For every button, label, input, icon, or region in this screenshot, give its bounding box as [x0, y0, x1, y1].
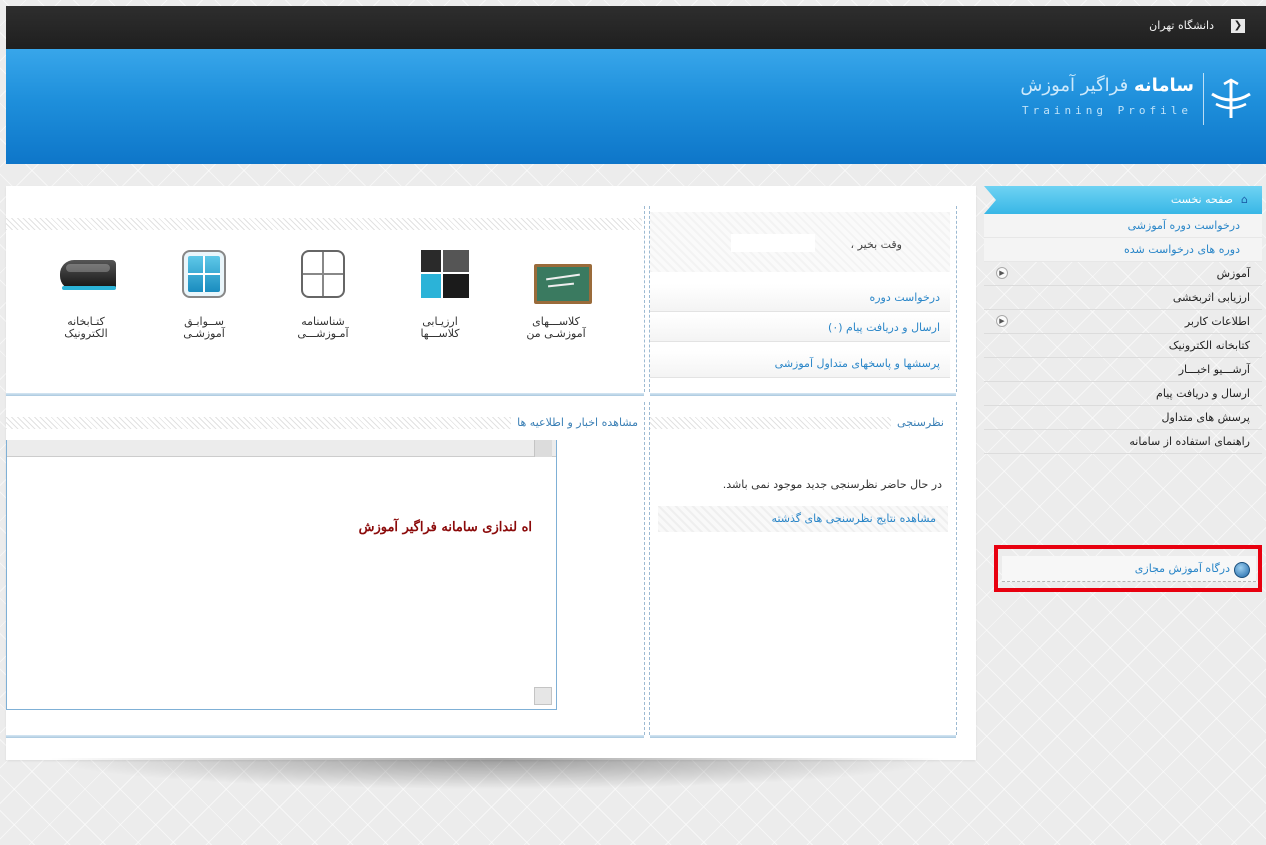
sidebar-item-virtual-portal[interactable]: درگاه آموزش مجازی [1002, 556, 1256, 582]
training-logo-icon[interactable] [1208, 76, 1254, 122]
sidebar-item-messages[interactable]: ارسال و دریافت پیام [984, 382, 1262, 406]
expand-arrow-icon[interactable]: ▶ [996, 267, 1008, 279]
header-banner: سامانه فراگیر آموزش Training Profile [6, 49, 1266, 164]
sidebar-item-label: آموزش [1216, 267, 1250, 280]
sidebar-item-library[interactable]: کتابخانه الکترونیک [984, 334, 1262, 358]
sidebar-item-help[interactable]: راهنمای استفاده از سامانه [984, 430, 1262, 454]
sidebar-subitem-course-request[interactable]: درخواست دوره آموزشی [984, 214, 1262, 238]
sidebar-item-news-archive[interactable]: آرشـــیو اخبـــار [984, 358, 1262, 382]
past-survey-results-link[interactable]: مشاهده نتایج نظرسنجی های گذشته [658, 506, 948, 532]
divider [650, 393, 956, 396]
sidebar-item-label: ارزیابی اثربخشی [1172, 291, 1250, 304]
app-title-bold: سامانه [1133, 75, 1194, 96]
divider [649, 402, 650, 735]
top-bar: دانشگاه تهران ❯ [6, 6, 1266, 49]
sidebar-item-effectiveness[interactable]: ارزیابی اثربخشی [984, 286, 1262, 310]
app-class-evaluation[interactable]: ارزیـابی کلاســـها [398, 250, 482, 340]
app-label-line2: کلاســـها [420, 327, 460, 340]
divider [956, 402, 957, 735]
sidebar-item-label: اطلاعات کاربر [1184, 315, 1250, 328]
app-label: ارزیـابی کلاســـها [398, 316, 482, 340]
university-name[interactable]: دانشگاه تهران [1149, 19, 1214, 32]
news-content: اه لندازی سامانه فراگیر آموزش [358, 520, 532, 535]
divider [956, 206, 957, 392]
records-icon [172, 250, 236, 306]
chalkboard-icon [524, 250, 592, 306]
news-title: مشاهده اخبار و اطلاعیه ها [511, 416, 644, 429]
survey-title: نظرسنجی [891, 416, 950, 429]
sidebar-subitem-requested-courses[interactable]: دوره های درخواست شده [984, 238, 1262, 262]
app-training-records[interactable]: ســوابـق آموزشـی [162, 250, 246, 340]
app-title: سامانه فراگیر آموزش [1020, 75, 1194, 96]
app-label-line2: آمـوزشـــی [297, 327, 349, 340]
sidebar-item-label: کتابخانه الکترونیک [1168, 339, 1250, 352]
survey-message: در حال حاضر نظرسنجی جدید موجود نمی باشد. [722, 478, 942, 491]
divider [6, 735, 644, 738]
chevron-right-icon[interactable]: ❯ [1231, 19, 1245, 33]
divider [650, 735, 956, 738]
highlight-frame: درگاه آموزش مجازی [994, 545, 1262, 592]
news-frame-header [7, 440, 556, 457]
scroll-down-button[interactable] [534, 687, 552, 705]
app-label: کتـابخانه الکترونیک [44, 316, 128, 340]
globe-icon [1234, 562, 1250, 578]
home-icon: ⌂ [1241, 193, 1248, 206]
sidebar-item-faq[interactable]: پرسش های متداول [984, 406, 1262, 430]
sidebar-item-home[interactable]: ⌂ صفحه نخست [984, 186, 1262, 214]
divider [644, 206, 645, 392]
app-label-line2: الکترونیک [64, 327, 108, 340]
user-name-mask [731, 234, 815, 252]
app-label: کلاســـهای آموزشـی من [514, 316, 598, 340]
hatch-divider [6, 218, 642, 230]
link-messages[interactable]: ارسال و دریافت پیام (۰) [650, 314, 950, 342]
sidebar-item-label: ارسال و دریافت پیام [1156, 387, 1250, 400]
app-label: شناسنامه آمـوزشـــی [281, 316, 365, 340]
greeting-box: وقت بخیر ، [650, 212, 950, 272]
divider [6, 393, 644, 396]
app-e-library[interactable]: کتـابخانه الکترونیک [44, 250, 128, 340]
app-label: ســوابـق آموزشـی [162, 316, 246, 340]
sidebar-home-label: صفحه نخست [1170, 193, 1234, 206]
profile-card-icon [291, 250, 355, 306]
scroll-up-button[interactable] [534, 440, 552, 457]
app-label-line2: آموزشـی من [526, 327, 586, 340]
news-frame: اه لندازی سامانه فراگیر آموزش [6, 440, 557, 710]
sidebar-item-label: راهنمای استفاده از سامانه [1129, 435, 1250, 448]
logo-divider [1203, 73, 1204, 125]
virtual-portal-label: درگاه آموزش مجازی [1134, 562, 1230, 575]
expand-arrow-icon[interactable]: ▶ [996, 315, 1008, 327]
app-title-rest: فراگیر آموزش [1020, 75, 1129, 96]
evaluation-icon [408, 250, 472, 306]
sidebar-item-label: آرشـــیو اخبـــار [1178, 363, 1250, 376]
sidebar-item-training[interactable]: آموزش ▶ [984, 262, 1262, 286]
app-my-classes[interactable]: کلاســـهای آموزشـی من [514, 250, 598, 340]
library-icon [54, 250, 118, 306]
welcome-text: وقت بخیر ، [850, 238, 902, 251]
panel-shadow [10, 758, 980, 792]
divider [644, 402, 645, 735]
sidebar-item-user-info[interactable]: اطلاعات کاربر ▶ [984, 310, 1262, 334]
sidebar-menu: ⌂ صفحه نخست درخواست دوره آموزشی دوره های … [984, 186, 1266, 454]
app-label-line2: آموزشـی [183, 327, 225, 340]
link-course-request[interactable]: درخواست دوره [650, 284, 950, 312]
sidebar-item-label: پرسش های متداول [1161, 411, 1250, 424]
link-faq[interactable]: پرسشها و پاسخهای متداول آموزشی [650, 350, 950, 378]
app-subtitle: Training Profile [1022, 104, 1192, 117]
app-training-id[interactable]: شناسنامه آمـوزشـــی [281, 250, 365, 340]
